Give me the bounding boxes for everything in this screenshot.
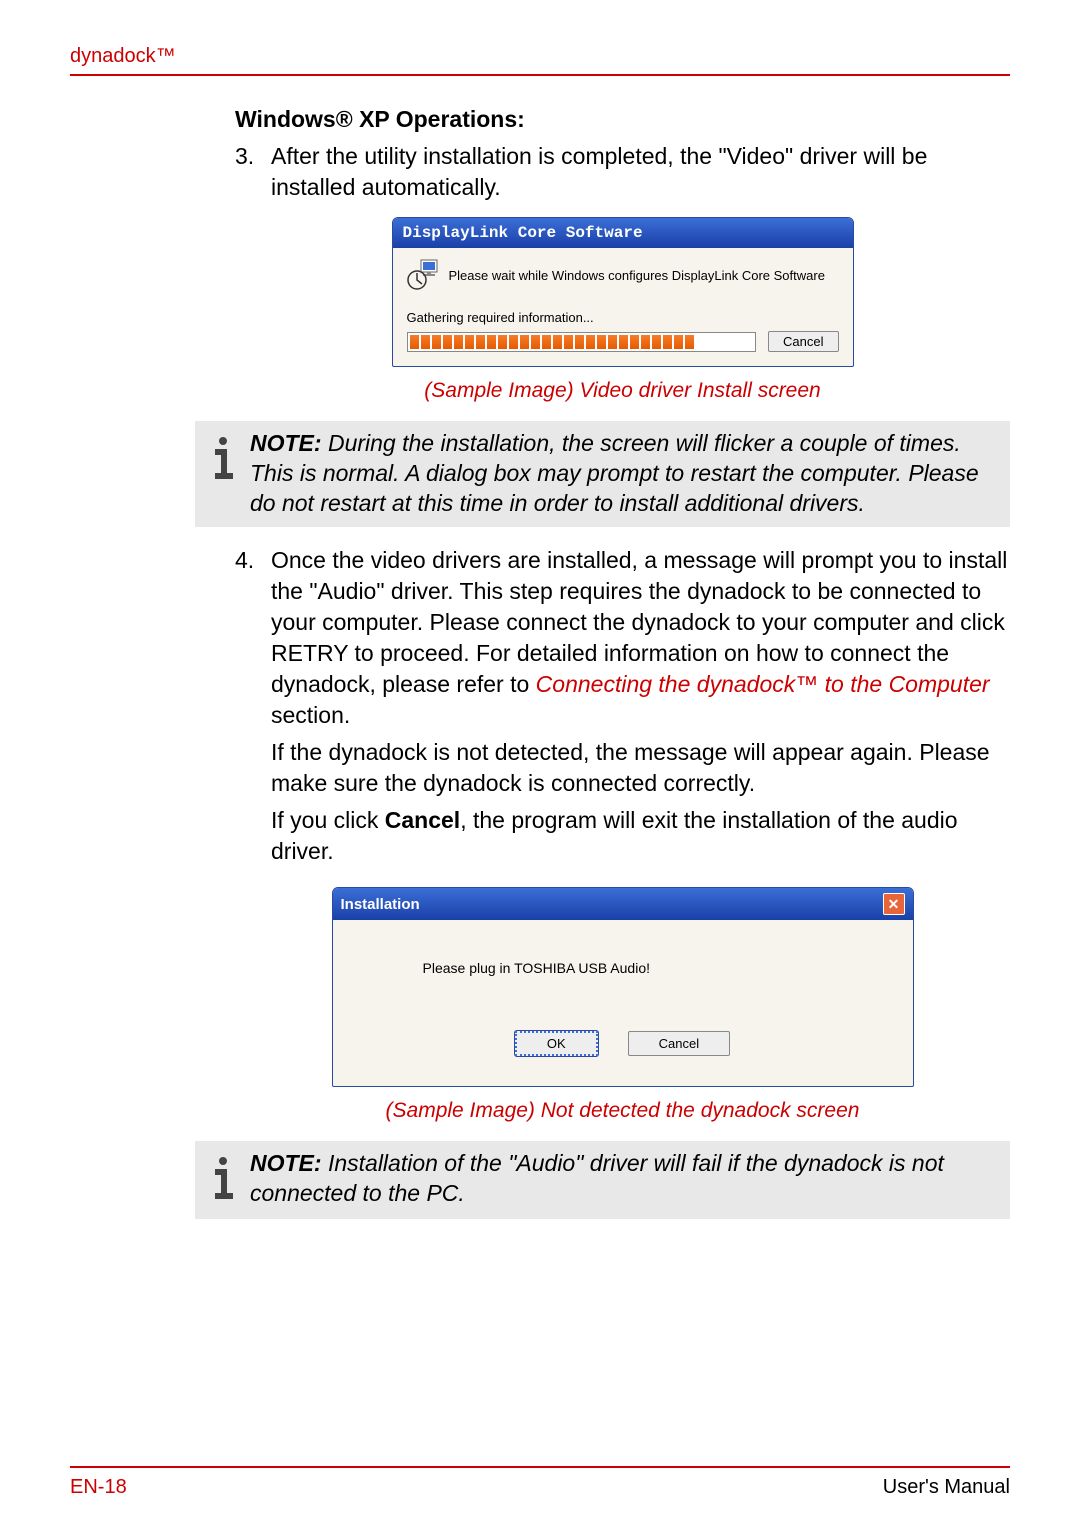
footer-rule: [70, 1466, 1010, 1468]
connecting-link[interactable]: Connecting the dynadock™ to the Computer: [536, 671, 990, 697]
dialog2-cancel-button[interactable]: Cancel: [628, 1031, 730, 1056]
close-icon[interactable]: ✕: [883, 893, 905, 915]
dialog2-message: Please plug in TOSHIBA USB Audio!: [353, 960, 893, 976]
installation-dialog: Installation ✕ Please plug in TOSHIBA US…: [332, 887, 914, 1087]
note1-label: NOTE:: [250, 430, 322, 456]
manual-label: User's Manual: [883, 1476, 1010, 1499]
dialog1-title: DisplayLink Core Software: [393, 218, 853, 248]
step-3: 3. After the utility installation is com…: [235, 141, 1010, 203]
dialog1-cancel-button[interactable]: Cancel: [768, 331, 838, 352]
step4-p3: If you click Cancel, the program will ex…: [271, 805, 1010, 867]
progress-bar: [407, 332, 757, 352]
dialog1-message: Please wait while Windows configures Dis…: [449, 268, 825, 283]
step4-p2: If the dynadock is not detected, the mes…: [271, 737, 1010, 799]
step4-p1: Once the video drivers are installed, a …: [271, 545, 1010, 731]
note-2: NOTE: Installation of the "Audio" driver…: [195, 1141, 1010, 1219]
step-4-number: 4.: [235, 545, 271, 873]
main-content: Windows® XP Operations: 3. After the uti…: [235, 106, 1010, 1219]
step-4: 4. Once the video drivers are installed,…: [235, 545, 1010, 873]
info-icon: [195, 1149, 250, 1211]
note2-text: Installation of the "Audio" driver will …: [250, 1150, 944, 1206]
caption-2: (Sample Image) Not detected the dynadock…: [235, 1099, 1010, 1123]
step-3-number: 3.: [235, 141, 271, 203]
note-1: NOTE: During the installation, the scree…: [195, 421, 1010, 527]
header-rule: [70, 74, 1010, 76]
displaylink-dialog: DisplayLink Core Software Please wai: [392, 217, 854, 367]
page-number: EN-18: [70, 1476, 127, 1499]
header-brand: dynadock™: [70, 45, 1010, 68]
info-icon: [195, 429, 250, 491]
installer-icon: [407, 258, 441, 292]
note1-text: During the installation, the screen will…: [250, 430, 979, 516]
dialog2-title: Installation: [341, 896, 420, 913]
dialog1-status: Gathering required information...: [407, 310, 839, 325]
section-title: Windows® XP Operations:: [235, 106, 1010, 133]
footer: EN-18 User's Manual: [70, 1466, 1010, 1499]
caption-1: (Sample Image) Video driver Install scre…: [235, 379, 1010, 403]
step-3-text: After the utility installation is comple…: [271, 141, 1010, 203]
note2-label: NOTE:: [250, 1150, 322, 1176]
dialog2-ok-button[interactable]: OK: [515, 1031, 598, 1056]
